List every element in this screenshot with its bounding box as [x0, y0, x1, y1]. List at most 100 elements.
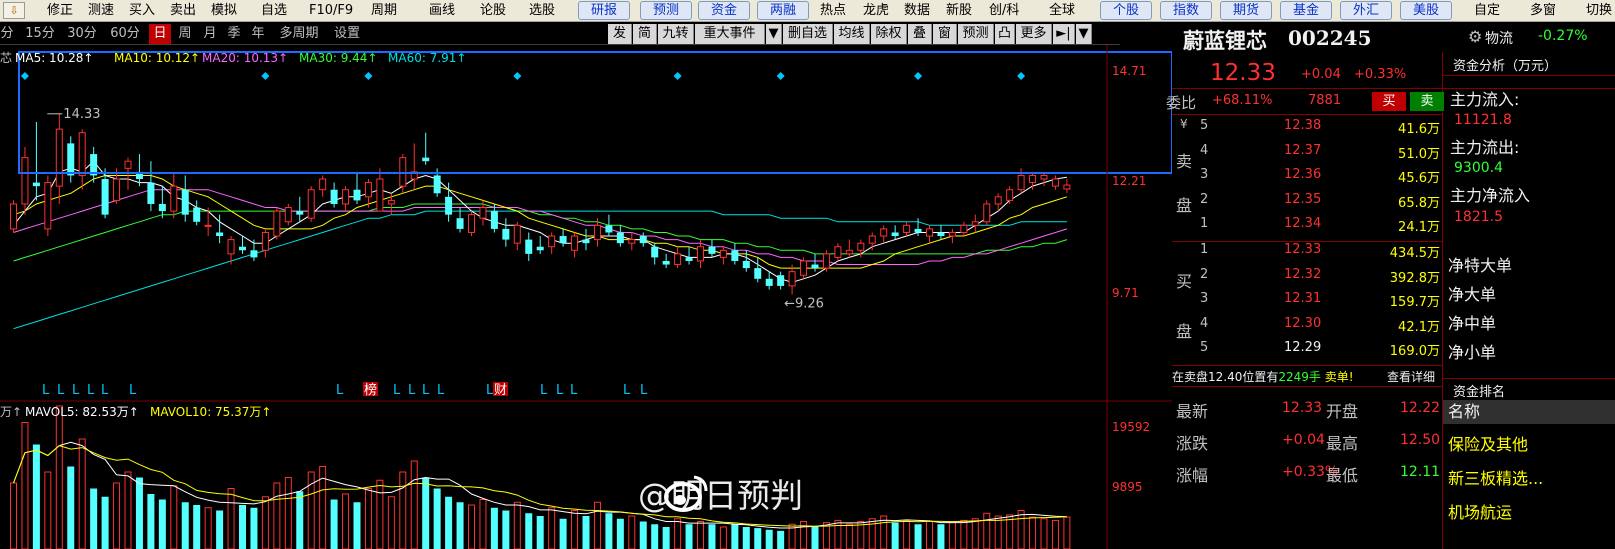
- sector-name[interactable]: 物流: [1485, 28, 1513, 48]
- tool-ex-right[interactable]: 除权: [871, 24, 907, 44]
- period-30min[interactable]: 30分: [63, 24, 101, 44]
- menu-dragon-tiger[interactable]: 龙虎: [863, 0, 889, 22]
- menu-global[interactable]: 全球: [1049, 0, 1075, 22]
- signal-marker[interactable]: L: [437, 383, 445, 398]
- signal-marker[interactable]: L: [87, 383, 95, 398]
- btn-forex[interactable]: 外汇: [1340, 1, 1392, 20]
- signal-marker[interactable]: L: [623, 383, 631, 398]
- btn-futures[interactable]: 期货: [1220, 1, 1272, 20]
- menu-simulate[interactable]: 模拟: [211, 0, 237, 22]
- event-diamond-icon[interactable]: [20, 72, 29, 80]
- menu-discuss[interactable]: 论股: [480, 0, 506, 22]
- rank-header[interactable]: 名称: [1443, 400, 1615, 424]
- buy-level-price[interactable]: 12.31: [1284, 291, 1321, 306]
- signal-marker[interactable]: L: [336, 383, 344, 398]
- signal-marker[interactable]: L: [129, 383, 137, 398]
- period-week[interactable]: 周: [175, 24, 195, 44]
- signal-marker[interactable]: L: [393, 383, 401, 398]
- menu-chinext[interactable]: 创/科: [989, 0, 1019, 22]
- event-diamond-icon[interactable]: [1017, 72, 1026, 80]
- btn-fund[interactable]: 基金: [1280, 1, 1332, 20]
- menu-stock-picker[interactable]: 选股: [529, 0, 555, 22]
- signal-marker[interactable]: L: [556, 383, 564, 398]
- menu-multi-window[interactable]: 多窗: [1530, 0, 1556, 22]
- tool-overlay[interactable]: 叠: [908, 24, 932, 44]
- menu-draw-line[interactable]: 画线: [429, 0, 455, 22]
- chevron-down-icon[interactable]: ▼: [1076, 24, 1092, 44]
- event-diamond-icon[interactable]: [261, 72, 270, 80]
- period-multi[interactable]: 多周期: [273, 24, 325, 44]
- buy-level-price[interactable]: 12.32: [1284, 267, 1321, 282]
- event-diamond-icon[interactable]: [776, 72, 785, 80]
- period-month[interactable]: 月: [200, 24, 220, 44]
- dropdown-arrow-icon[interactable]: ⇩: [3, 2, 25, 19]
- event-diamond-icon[interactable]: [673, 72, 682, 80]
- event-diamond-icon[interactable]: [513, 72, 522, 80]
- sell-level-price[interactable]: 12.34: [1284, 216, 1321, 231]
- event-diamond-icon[interactable]: [364, 72, 373, 80]
- period-day[interactable]: 日: [149, 24, 171, 44]
- period-15min[interactable]: 15分: [22, 24, 58, 44]
- tool-simple[interactable]: 简: [633, 24, 657, 44]
- rank-item[interactable]: 保险及其他: [1448, 431, 1528, 455]
- signal-marker[interactable]: L: [408, 383, 416, 398]
- rank-item[interactable]: 新三板精选...: [1448, 465, 1543, 489]
- menu-buy[interactable]: 买入: [129, 0, 155, 22]
- chevron-down-icon[interactable]: ▼: [766, 24, 782, 44]
- menu-ipo[interactable]: 新股: [946, 0, 972, 22]
- signal-marker[interactable]: L: [72, 383, 80, 398]
- btn-funds[interactable]: 资金: [698, 1, 750, 20]
- event-diamond-icon[interactable]: [914, 72, 923, 80]
- menu-period[interactable]: 周期: [371, 0, 397, 22]
- signal-marker[interactable]: L: [101, 383, 109, 398]
- tool-major-events[interactable]: 重大事件: [695, 24, 765, 44]
- play-end-icon[interactable]: ►|: [1053, 24, 1075, 44]
- signal-marker[interactable]: L: [57, 383, 65, 398]
- menu-hotspot[interactable]: 热点: [820, 0, 846, 22]
- rank-item[interactable]: 机场航运: [1448, 499, 1512, 523]
- sell-level-price[interactable]: 12.36: [1284, 167, 1321, 182]
- tool-nine-turn[interactable]: 九转: [658, 24, 694, 44]
- tool-publish[interactable]: 发: [608, 24, 632, 44]
- notice-detail-link[interactable]: 查看详细: [1387, 368, 1435, 385]
- sell-level-price[interactable]: 12.35: [1284, 192, 1321, 207]
- tool-ma[interactable]: 均线: [834, 24, 870, 44]
- tool-more[interactable]: 更多: [1016, 24, 1052, 44]
- period-year[interactable]: 年: [248, 24, 268, 44]
- menu-data[interactable]: 数据: [904, 0, 930, 22]
- menu-custom[interactable]: 自定: [1474, 0, 1500, 22]
- signal-marker[interactable]: L: [486, 383, 494, 398]
- tool-remove-watchlist[interactable]: 删自选: [783, 24, 833, 44]
- menu-sell[interactable]: 卖出: [170, 0, 196, 22]
- gear-icon[interactable]: ⚙: [1468, 27, 1482, 46]
- tool-window[interactable]: 窗: [933, 24, 957, 44]
- menu-switch[interactable]: 切换: [1586, 0, 1612, 22]
- sell-button[interactable]: 卖: [1410, 92, 1444, 111]
- menu-watchlist[interactable]: 自选: [261, 0, 287, 22]
- signal-marker[interactable]: L: [540, 383, 548, 398]
- btn-us-stock[interactable]: 美股: [1400, 1, 1452, 20]
- btn-stock[interactable]: 个股: [1100, 1, 1152, 20]
- period-quarter[interactable]: 季: [224, 24, 244, 44]
- period-min[interactable]: 分: [0, 24, 14, 44]
- buy-level-price[interactable]: 12.33: [1284, 242, 1321, 257]
- btn-research[interactable]: 研报: [578, 1, 630, 20]
- btn-margin[interactable]: 两融: [757, 1, 809, 20]
- signal-marker[interactable]: 榜: [364, 382, 377, 398]
- tool-predict[interactable]: 预测: [958, 24, 994, 44]
- signal-marker[interactable]: L: [42, 383, 50, 398]
- period-settings[interactable]: 设置: [330, 24, 364, 44]
- buy-level-price[interactable]: 12.29: [1284, 340, 1321, 355]
- sell-level-price[interactable]: 12.38: [1284, 118, 1321, 133]
- sell-level-price[interactable]: 12.37: [1284, 143, 1321, 158]
- signal-marker[interactable]: 财: [494, 383, 507, 398]
- menu-fix[interactable]: 修正: [47, 0, 73, 22]
- btn-forecast[interactable]: 预测: [640, 1, 692, 20]
- btn-index[interactable]: 指数: [1160, 1, 1212, 20]
- signal-marker[interactable]: L: [640, 383, 648, 398]
- buy-button[interactable]: 买: [1372, 92, 1406, 111]
- period-60min[interactable]: 60分: [106, 24, 144, 44]
- buy-level-price[interactable]: 12.30: [1284, 316, 1321, 331]
- signal-marker[interactable]: L: [570, 383, 578, 398]
- menu-f10[interactable]: F10/F9: [309, 0, 353, 22]
